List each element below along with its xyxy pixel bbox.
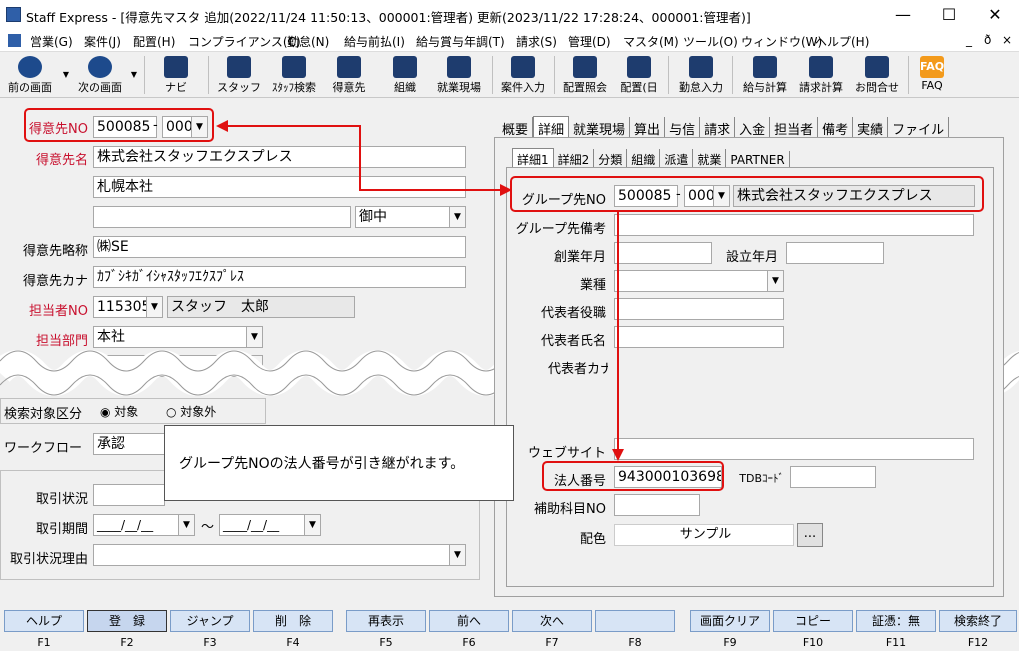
fkey-label: F3 (203, 636, 217, 649)
fkey-label: F5 (379, 636, 393, 649)
fkey-label: F1 (37, 636, 51, 649)
fkey-label: F4 (286, 636, 300, 649)
next-button[interactable]: 次へ (512, 610, 592, 632)
prev-button[interactable]: 前へ (429, 610, 509, 632)
fkey-label: F8 (628, 636, 642, 649)
help-button[interactable]: ヘルプ (4, 610, 84, 632)
fkey-label: F12 (967, 636, 989, 649)
fkey-label: F11 (885, 636, 907, 649)
register-button[interactable]: 登 録 (87, 610, 167, 632)
jump-button[interactable]: ジャンプ (170, 610, 250, 632)
delete-button[interactable]: 削 除 (253, 610, 333, 632)
fkey-label: F9 (723, 636, 737, 649)
f8-button[interactable] (595, 610, 675, 632)
connector-arrows (216, 120, 624, 461)
fkey-label: F10 (802, 636, 824, 649)
annotation-callout: グループ先NOの法人番号が引き継がれます。 (164, 425, 514, 501)
copy-button[interactable]: コピー (773, 610, 853, 632)
fkey-label: F7 (545, 636, 559, 649)
clear-screen-button[interactable]: 画面クリア (690, 610, 770, 632)
refresh-button[interactable]: 再表示 (346, 610, 426, 632)
fkey-label: F2 (120, 636, 134, 649)
search-end-button[interactable]: 検索終了 (939, 610, 1017, 632)
function-key-bar: ヘルプ F1 登 録 F2 ジャンプ F3 削 除 F4 再表示 F5 前へ F6 次へ F7… (0, 608, 1019, 651)
voucher-button[interactable]: 証憑：無 (856, 610, 936, 632)
fkey-label: F6 (462, 636, 476, 649)
